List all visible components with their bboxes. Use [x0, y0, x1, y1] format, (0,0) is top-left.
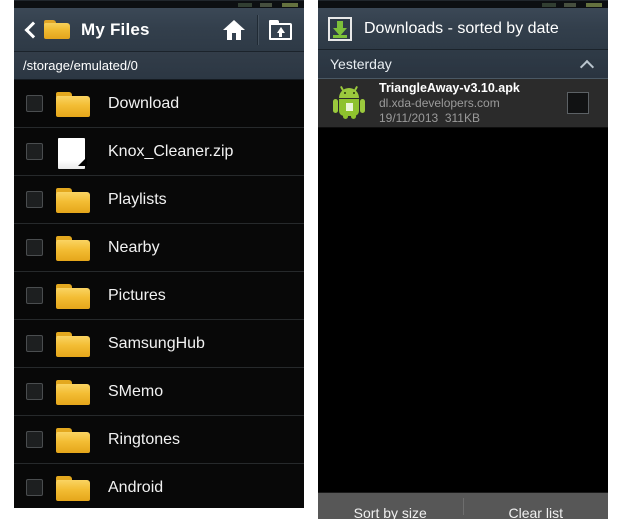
folder-icon	[56, 330, 92, 358]
folder-icon	[56, 282, 92, 310]
row-checkbox[interactable]	[26, 143, 43, 160]
download-size: 311KB	[444, 111, 480, 125]
folder-icon	[56, 186, 92, 214]
file-name: Android	[108, 478, 164, 496]
row-checkbox[interactable]	[26, 191, 43, 208]
file-name: SamsungHub	[108, 334, 205, 352]
row-checkbox[interactable]	[26, 335, 43, 352]
row-checkbox[interactable]	[26, 287, 43, 304]
list-item[interactable]: Download	[14, 80, 304, 128]
folder-icon	[44, 19, 72, 41]
downloads-empty-area	[318, 128, 608, 468]
download-filename: TriangleAway-v3.10.apk	[379, 80, 520, 95]
row-checkbox[interactable]	[26, 239, 43, 256]
list-item[interactable]: Knox_Cleaner.zip	[14, 128, 304, 176]
status-bar-files	[14, 0, 304, 8]
download-source: dl.xda-developers.com	[379, 95, 500, 110]
clear-list-button[interactable]: Clear list	[464, 505, 609, 519]
downloads-bottom-bar: Sort by size Clear list	[318, 492, 608, 519]
folder-icon	[56, 90, 92, 118]
file-name: Ringtones	[108, 430, 181, 448]
folder-icon	[56, 426, 92, 454]
row-checkbox[interactable]	[26, 95, 43, 112]
list-item[interactable]: Ringtones	[14, 416, 304, 464]
list-item[interactable]: SamsungHub	[14, 320, 304, 368]
section-header-yesterday[interactable]: Yesterday	[318, 50, 608, 79]
status-bar-downloads	[318, 0, 608, 8]
download-icon	[328, 16, 352, 41]
document-icon	[56, 137, 92, 169]
android-apk-icon	[332, 85, 366, 120]
row-checkbox[interactable]	[26, 431, 43, 448]
download-metadata: TriangleAway-v3.10.apk dl.xda-developers…	[379, 81, 520, 126]
home-icon	[223, 20, 245, 40]
current-path: /storage/emulated/0	[23, 58, 138, 73]
section-label: Yesterday	[330, 56, 392, 72]
file-name: Download	[108, 94, 180, 112]
row-checkbox[interactable]	[26, 479, 43, 496]
list-item[interactable]: Nearby	[14, 224, 304, 272]
download-list-item[interactable]: TriangleAway-v3.10.apk dl.xda-developers…	[318, 79, 608, 128]
sort-by-size-button[interactable]: Sort by size	[318, 505, 463, 519]
download-checkbox[interactable]	[567, 92, 589, 114]
list-item[interactable]: Android	[14, 464, 304, 508]
chevron-up-icon[interactable]	[581, 60, 594, 69]
file-name: Playlists	[108, 190, 167, 208]
file-name: Pictures	[108, 286, 166, 304]
status-bar-indicators	[542, 3, 602, 7]
titlebar-actions	[211, 8, 304, 52]
downloads-panel: Downloads - sorted by date Yesterday Tri…	[318, 8, 608, 519]
download-date-size: 19/11/2013 311KB	[379, 111, 520, 125]
folder-up-icon	[269, 19, 293, 41]
folder-icon	[56, 378, 92, 406]
page-title: My Files	[81, 19, 150, 39]
folder-up-button[interactable]	[258, 8, 304, 52]
home-button[interactable]	[211, 8, 257, 52]
download-date: 19/11/2013	[379, 111, 439, 125]
list-item[interactable]: Playlists	[14, 176, 304, 224]
status-bar-indicators	[238, 3, 298, 7]
file-name: Nearby	[108, 238, 160, 256]
breadcrumb[interactable]: /storage/emulated/0	[14, 52, 304, 80]
row-checkbox[interactable]	[26, 383, 43, 400]
my-files-titlebar: My Files	[14, 8, 304, 52]
screenshot-root: My Files /storage/emulated/0 Download Kn…	[0, 0, 628, 519]
my-files-panel: My Files /storage/emulated/0 Download Kn…	[14, 8, 304, 508]
back-chevron-icon[interactable]	[22, 17, 40, 43]
file-name: SMemo	[108, 382, 164, 400]
folder-icon	[56, 474, 92, 502]
folder-icon	[56, 234, 92, 262]
list-item[interactable]: Pictures	[14, 272, 304, 320]
page-title: Downloads - sorted by date	[364, 19, 559, 37]
file-name: Knox_Cleaner.zip	[108, 142, 234, 160]
list-item[interactable]: SMemo	[14, 368, 304, 416]
file-list: Download Knox_Cleaner.zip Playlists Near…	[14, 80, 304, 508]
downloads-titlebar: Downloads - sorted by date	[318, 8, 608, 50]
